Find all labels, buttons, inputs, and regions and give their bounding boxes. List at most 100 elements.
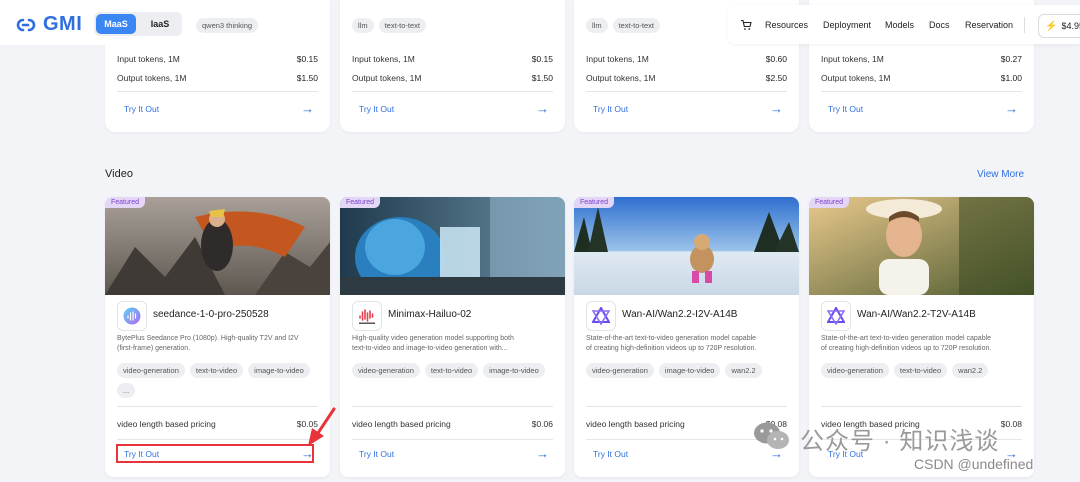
top-nav: Resources Deployment Models Docs Reserva… xyxy=(728,5,1080,44)
description-line: High-quality video generation model supp… xyxy=(352,335,514,342)
tag: video-generation xyxy=(821,363,889,378)
logo-text: GMI xyxy=(43,13,83,35)
tag: wan2.2 xyxy=(952,363,989,378)
arrow-right-icon: → xyxy=(301,101,314,116)
tab-iaas[interactable]: IaaS xyxy=(140,14,180,34)
tag: text-to-text xyxy=(378,18,427,33)
pricing-label: video length based pricing xyxy=(117,419,216,429)
output-price-row: Output tokens, 1M $1.00 xyxy=(821,73,1022,83)
try-it-out-button[interactable]: Try It Out → xyxy=(359,101,549,116)
try-it-out-label: Try It Out xyxy=(828,104,864,114)
arrow-right-icon: → xyxy=(536,446,549,461)
pricing-label: video length based pricing xyxy=(352,419,451,429)
watermark-title: 公众号 · 知识浅谈 xyxy=(800,428,1000,455)
tag: qwen3 thinking xyxy=(196,18,259,33)
try-it-out-label: Try It Out xyxy=(593,104,629,114)
try-it-out-button[interactable]: Try It Out → xyxy=(359,446,549,461)
divider xyxy=(821,406,1022,407)
input-price: $0.27 xyxy=(1000,54,1022,64)
input-price-row: Input tokens, 1M $0.27 xyxy=(821,54,1022,64)
divider xyxy=(821,91,1022,92)
nav-docs[interactable]: Docs xyxy=(929,20,950,30)
input-price: $0.60 xyxy=(765,54,787,64)
video-model-card[interactable]: Featured Minimax-Hailuo-02 High-quality … xyxy=(340,197,565,477)
tag-list: video-generation text-to-video image-to-… xyxy=(117,363,327,398)
try-it-out-button[interactable]: Try It Out → xyxy=(593,101,783,116)
featured-badge: Featured xyxy=(809,197,850,208)
nav-reservation[interactable]: Reservation xyxy=(965,20,1013,30)
output-label: Output tokens, 1M xyxy=(352,73,422,83)
balance-button[interactable]: ⚡ $4.95 xyxy=(1038,14,1080,38)
try-it-out-button[interactable]: Try It Out → xyxy=(828,101,1018,116)
header-left: GMI MaaS IaaS qwen3 thinking xyxy=(0,0,270,45)
nav-resources[interactable]: Resources xyxy=(765,20,808,30)
output-price-row: Output tokens, 1M $1.50 xyxy=(352,73,553,83)
output-label: Output tokens, 1M xyxy=(117,73,187,83)
tab-maas[interactable]: MaaS xyxy=(96,14,136,34)
gmi-logo-icon xyxy=(16,18,36,31)
description-line: of creating high-definition videos up to… xyxy=(821,345,992,352)
output-price-row: Output tokens, 1M $2.50 xyxy=(586,73,787,83)
divider xyxy=(352,439,553,440)
output-label: Output tokens, 1M xyxy=(821,73,891,83)
tag: video-generation xyxy=(586,363,654,378)
tag-list: video-generation image-to-video wan2.2 xyxy=(586,363,796,378)
wechat-icon xyxy=(754,422,789,449)
model-description: BytePlus Seedance Pro (1080p). High-qual… xyxy=(117,334,322,354)
featured-badge: Featured xyxy=(105,197,146,208)
video-model-card[interactable]: Featured seedance-1-0-pro-250528 BytePlu… xyxy=(105,197,330,477)
wan-icon xyxy=(586,301,616,331)
tag: image-to-video xyxy=(658,363,721,378)
watermark-credit: CSDN @undefined xyxy=(914,456,1034,472)
wan-icon xyxy=(821,301,851,331)
logo[interactable]: GMI xyxy=(16,13,82,36)
balance-amount: $4.95 xyxy=(1061,21,1080,31)
divider xyxy=(586,91,787,92)
description-line: BytePlus Seedance Pro (1080p). High-qual… xyxy=(117,335,299,342)
description-line: text-to-video and image-to-video generat… xyxy=(352,345,508,352)
arrow-right-icon: → xyxy=(536,101,549,116)
view-more-link[interactable]: View More xyxy=(977,169,1024,180)
output-price-row: Output tokens, 1M $1.50 xyxy=(117,73,318,83)
tag: text-to-video xyxy=(424,363,479,378)
model-name: Wan-AI/Wan2.2-I2V-A14B xyxy=(622,309,738,320)
pricing-row: video length based pricing $0.06 xyxy=(352,419,553,429)
maas-iaas-toggle: MaaS IaaS xyxy=(94,12,182,36)
try-it-out-button[interactable]: Try It Out → xyxy=(124,101,314,116)
description-line: (first-frame) generation. xyxy=(117,345,191,352)
description-line: State-of-the-art text-to-video generatio… xyxy=(586,335,757,342)
tag: llm xyxy=(352,18,374,33)
more-tags[interactable]: ... xyxy=(117,383,136,398)
nav-models[interactable]: Models xyxy=(885,20,914,30)
try-it-out-label: Try It Out xyxy=(359,449,395,459)
input-label: Input tokens, 1M xyxy=(821,54,884,64)
cart-icon[interactable] xyxy=(740,18,752,36)
tag: video-generation xyxy=(352,363,420,378)
tag-list: video-generation text-to-video wan2.2 xyxy=(821,363,1031,378)
input-label: Input tokens, 1M xyxy=(352,54,415,64)
featured-badge: Featured xyxy=(340,197,381,208)
tag-list: video-generation text-to-video image-to-… xyxy=(352,363,562,378)
thumbnail-image: Featured xyxy=(809,197,1034,295)
nav-divider xyxy=(1024,17,1025,33)
description-line: of creating high-definition videos up to… xyxy=(586,345,757,352)
divider xyxy=(117,406,318,407)
tag-list: llm text-to-text xyxy=(586,18,661,33)
tag: image-to-video xyxy=(248,363,310,378)
tag: text-to-video xyxy=(893,363,948,378)
output-label: Output tokens, 1M xyxy=(586,73,656,83)
input-price-row: Input tokens, 1M $0.60 xyxy=(586,54,787,64)
model-name: seedance-1-0-pro-250528 xyxy=(153,309,269,320)
arrow-right-icon: → xyxy=(1005,101,1018,116)
arrow-right-icon: → xyxy=(770,101,783,116)
output-price: $2.50 xyxy=(765,73,787,83)
pricing-label: video length based pricing xyxy=(586,419,685,429)
input-price-row: Input tokens, 1M $0.15 xyxy=(117,54,318,64)
price: $0.06 xyxy=(531,419,553,429)
output-price: $1.50 xyxy=(531,73,553,83)
divider xyxy=(586,406,787,407)
nav-deployment[interactable]: Deployment xyxy=(823,20,871,30)
tag-list: llm text-to-text xyxy=(352,18,427,33)
thumbnail-image: Featured xyxy=(105,197,330,295)
input-label: Input tokens, 1M xyxy=(117,54,180,64)
